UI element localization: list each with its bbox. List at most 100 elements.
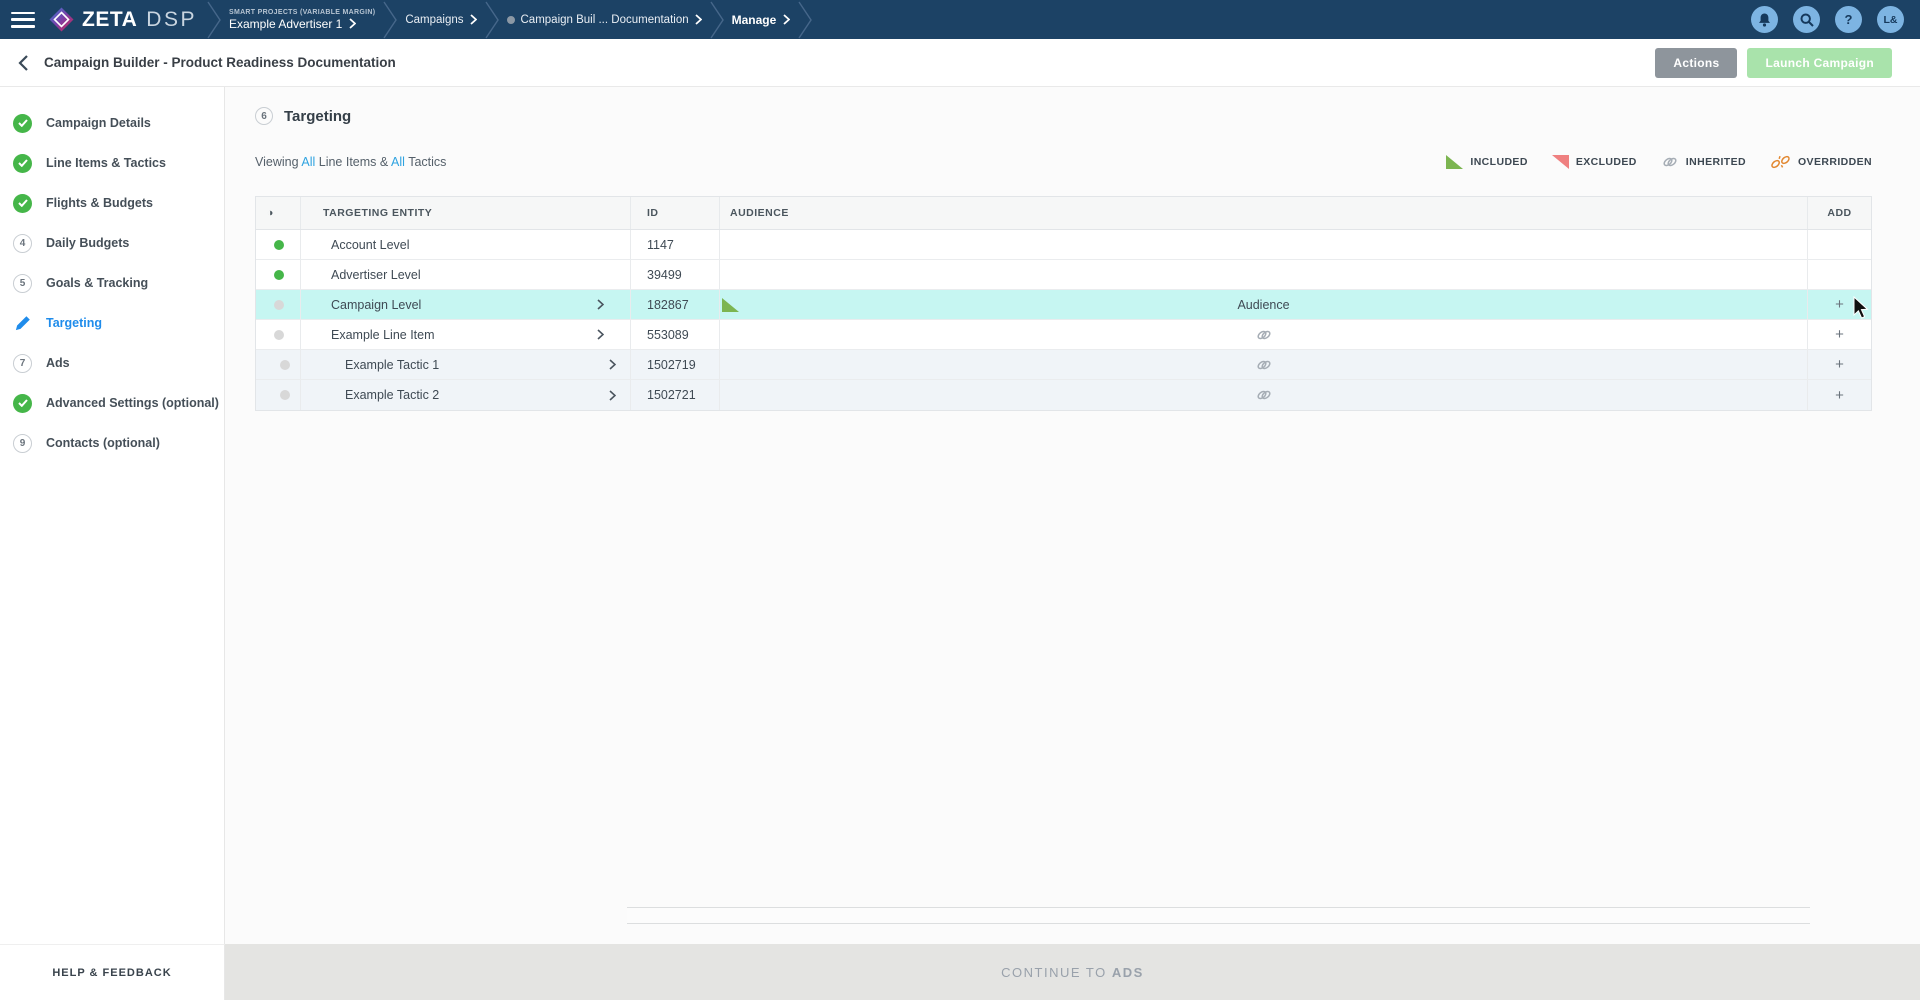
wizard-sidebar: Campaign Details Line Items & Tactics Flig… bbox=[0, 87, 225, 944]
inherited-chain-icon bbox=[1255, 328, 1273, 342]
breadcrumb-advertiser[interactable]: SMART PROJECTS (VARIABLE MARGIN) Example… bbox=[225, 9, 379, 31]
hamburger-menu-icon[interactable] bbox=[11, 12, 35, 28]
breadcrumb: SMART PROJECTS (VARIABLE MARGIN) Example… bbox=[203, 0, 816, 39]
legend-label: INCLUDED bbox=[1470, 156, 1527, 168]
row-status-dot-icon bbox=[274, 240, 284, 250]
table-row-example-line-item[interactable]: Example Line Item553089+ bbox=[256, 320, 1871, 350]
sidebar-item-label: Targeting bbox=[46, 316, 102, 330]
notifications-button[interactable] bbox=[1751, 6, 1778, 33]
legend-label: INHERITED bbox=[1686, 156, 1746, 168]
logo-dsp-text: DSP bbox=[146, 8, 197, 32]
add-targeting-button[interactable]: + bbox=[1835, 357, 1844, 372]
row-status-dot-icon bbox=[274, 270, 284, 280]
expand-chevron-icon[interactable] bbox=[597, 299, 604, 310]
table-row-advertiser-level[interactable]: Advertiser Level39499 bbox=[256, 260, 1871, 290]
chevron-right-icon bbox=[783, 14, 790, 25]
viewing-filter-text: Viewing All Line Items & All Tactics bbox=[255, 155, 446, 169]
viewing-mid: Line Items & bbox=[319, 155, 388, 169]
included-triangle-icon bbox=[1446, 155, 1463, 169]
back-button[interactable] bbox=[18, 55, 28, 71]
table-row-account-level[interactable]: Account Level1147 bbox=[256, 230, 1871, 260]
column-header-targeting-entity: TARGETING ENTITY bbox=[300, 197, 630, 229]
status-dot-icon bbox=[507, 16, 515, 24]
breadcrumb-campaign-doc[interactable]: Campaign Buil ... Documentation bbox=[503, 14, 706, 26]
all-tactics-link[interactable]: All bbox=[391, 155, 405, 169]
breadcrumb-separator-icon bbox=[383, 0, 397, 39]
footer-bar: HELP & FEEDBACK CONTINUE TO ADS bbox=[0, 944, 1920, 1000]
actions-button[interactable]: Actions bbox=[1655, 48, 1737, 78]
expand-chevron-icon[interactable] bbox=[609, 390, 616, 401]
table-row-example-tactic-1[interactable]: Example Tactic 11502719+ bbox=[256, 350, 1871, 380]
help-button[interactable]: ? bbox=[1835, 6, 1862, 33]
legend-label: OVERRIDDEN bbox=[1798, 156, 1872, 168]
continue-to-ads-button[interactable]: CONTINUE TO ADS bbox=[225, 944, 1920, 1000]
sidebar-item-label: Daily Budgets bbox=[46, 236, 129, 250]
sidebar-item-label: Line Items & Tactics bbox=[46, 156, 166, 170]
horizontal-scrollbar[interactable] bbox=[627, 907, 1810, 924]
sidebar-item-line-items-tactics[interactable]: Line Items & Tactics bbox=[0, 143, 224, 183]
search-button[interactable] bbox=[1793, 6, 1820, 33]
included-triangle-icon bbox=[722, 298, 739, 312]
help-feedback-button[interactable]: HELP & FEEDBACK bbox=[0, 944, 225, 1000]
sidebar-item-label: Flights & Budgets bbox=[46, 196, 153, 210]
excluded-triangle-icon bbox=[1552, 155, 1569, 169]
breadcrumb-separator-icon bbox=[485, 0, 499, 39]
zeta-diamond-icon bbox=[48, 6, 75, 33]
included-triangle-icon bbox=[722, 298, 739, 315]
table-header-row: ◑ TARGETING ENTITY ID AUDIENCE ADD bbox=[256, 197, 1871, 230]
step-number-icon: 5 bbox=[13, 274, 32, 293]
contrast-toggle-icon[interactable]: ◑ bbox=[256, 197, 300, 229]
targeting-entity-label: Example Tactic 2 bbox=[345, 388, 439, 402]
chevron-right-icon bbox=[349, 18, 356, 29]
completed-check-icon bbox=[13, 394, 32, 413]
audience-label: Audience bbox=[1237, 298, 1289, 312]
add-targeting-button[interactable]: + bbox=[1835, 297, 1844, 312]
sidebar-item-label: Goals & Tracking bbox=[46, 276, 148, 290]
sidebar-item-targeting[interactable]: Targeting bbox=[0, 303, 224, 343]
breadcrumb-project-eyebrow: SMART PROJECTS (VARIABLE MARGIN) bbox=[229, 9, 375, 16]
launch-campaign-button[interactable]: Launch Campaign bbox=[1747, 48, 1892, 78]
sidebar-item-contacts-optional[interactable]: 9Contacts (optional) bbox=[0, 423, 224, 463]
add-targeting-button[interactable]: + bbox=[1835, 388, 1844, 403]
entity-id-value: 1147 bbox=[647, 238, 674, 252]
top-nav-bar: ZETA DSP SMART PROJECTS (VARIABLE MARGIN… bbox=[0, 0, 1920, 39]
breadcrumb-manage[interactable]: Manage bbox=[728, 13, 795, 27]
check-icon bbox=[18, 159, 28, 167]
expand-chevron-icon[interactable] bbox=[597, 329, 604, 340]
sidebar-item-goals-tracking[interactable]: 5 Goals & Tracking bbox=[0, 263, 224, 303]
breadcrumb-advertiser-label: Example Advertiser 1 bbox=[229, 17, 342, 31]
breadcrumb-campaigns[interactable]: Campaigns bbox=[401, 14, 480, 26]
row-status-dot-icon bbox=[274, 330, 284, 340]
check-icon bbox=[18, 119, 28, 127]
completed-check-icon bbox=[13, 114, 32, 133]
zeta-dsp-logo[interactable]: ZETA DSP bbox=[48, 6, 197, 33]
column-header-audience: AUDIENCE bbox=[719, 197, 1807, 229]
sidebar-item-ads[interactable]: 7Ads bbox=[0, 343, 224, 383]
chevron-right-icon bbox=[695, 14, 702, 25]
sidebar-item-campaign-details[interactable]: Campaign Details bbox=[0, 103, 224, 143]
completed-check-icon bbox=[13, 154, 32, 173]
sidebar-item-flights-budgets[interactable]: Flights & Budgets bbox=[0, 183, 224, 223]
all-line-items-link[interactable]: All bbox=[301, 155, 315, 169]
table-row-example-tactic-2[interactable]: Example Tactic 21502721+ bbox=[256, 380, 1871, 410]
bell-icon bbox=[1758, 13, 1771, 27]
targeting-entity-label: Advertiser Level bbox=[331, 268, 421, 282]
sidebar-item-label: Campaign Details bbox=[46, 116, 151, 130]
entity-id-value: 182867 bbox=[647, 298, 689, 312]
breadcrumb-campaign-doc-label: Campaign Buil ... Documentation bbox=[521, 14, 689, 26]
add-targeting-button[interactable]: + bbox=[1835, 327, 1844, 342]
legend-item-inherited: INHERITED bbox=[1661, 155, 1746, 169]
column-header-id: ID bbox=[630, 197, 719, 229]
legend-item-overridden: OVERRIDDEN bbox=[1770, 154, 1872, 170]
sidebar-item-advanced-settings-optional[interactable]: Advanced Settings (optional) bbox=[0, 383, 224, 423]
table-row-campaign-level[interactable]: Campaign Level182867Audience+ bbox=[256, 290, 1871, 320]
logo-zeta-text: ZETA bbox=[82, 8, 137, 32]
step-number-icon: 9 bbox=[13, 434, 32, 453]
chevron-left-icon bbox=[18, 55, 28, 71]
user-avatar[interactable]: L& bbox=[1877, 6, 1904, 33]
section-title: Targeting bbox=[284, 108, 351, 125]
step-number-icon: 4 bbox=[13, 234, 32, 253]
expand-chevron-icon[interactable] bbox=[609, 359, 616, 370]
sidebar-item-daily-budgets[interactable]: 4 Daily Budgets bbox=[0, 223, 224, 263]
entity-id-value: 1502719 bbox=[647, 358, 696, 372]
